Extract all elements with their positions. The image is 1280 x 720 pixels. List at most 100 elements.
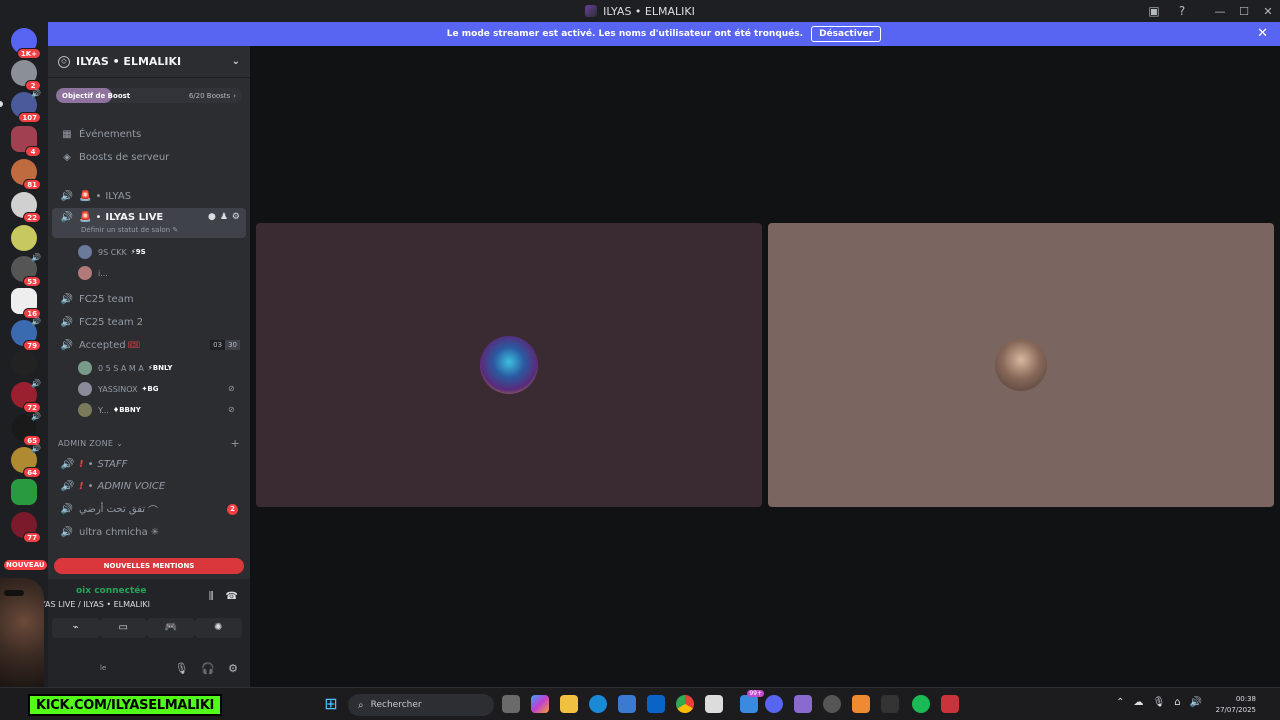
close-window-button[interactable]: ✕	[1256, 5, 1280, 18]
category-admin-zone[interactable]: ADMIN ZONE ⌄ +	[58, 437, 240, 450]
noise-suppression-icon[interactable]: ⫼	[209, 591, 214, 602]
participant-tile[interactable]	[768, 223, 1274, 507]
participant-tile[interactable]	[256, 223, 762, 507]
channel-ilyas-live[interactable]: 🔊 🚨 • ILYAS LIVE ● ♟ ⚙ Définir un statut…	[52, 208, 246, 238]
window-controls: — ☐ ✕	[1208, 0, 1280, 22]
voice-member[interactable]: 0 5 S A M A ⚡BNLY	[78, 359, 172, 377]
headphones-icon[interactable]: 🎧	[201, 662, 215, 675]
server-item[interactable]: 🔊 107	[11, 89, 41, 123]
nav-server-boosts[interactable]: ◈ Boosts de serveur	[52, 147, 246, 167]
chat-icon[interactable]: ●	[208, 212, 216, 222]
chevron-up-icon[interactable]: ⌃	[1116, 697, 1124, 708]
chevron-right-icon: ›	[233, 91, 236, 100]
screen-share-button[interactable]: ▭	[99, 618, 147, 638]
server-item[interactable]: 🔊 64	[11, 444, 41, 478]
invite-icon[interactable]: ♟	[220, 212, 228, 222]
server-item[interactable]: 🔊 53	[11, 253, 41, 287]
chevron-down-icon: ⌄	[231, 56, 240, 67]
voice-channel-path[interactable]: ILYAS LIVE / ILYAS • ELMALIKI	[35, 600, 150, 609]
clock[interactable]: 00:38 27/07/2025	[1216, 694, 1256, 716]
volume-icon[interactable]: 🔊	[1190, 697, 1202, 708]
spotify-icon[interactable]	[912, 695, 930, 713]
channel-staff[interactable]: 🔊 ! • STAFF	[52, 454, 246, 474]
streaming-app-icon[interactable]	[941, 695, 959, 713]
server-item[interactable]: 4	[11, 126, 41, 157]
channel-accepted[interactable]: 🔊 Accepted 🎟 03 30	[52, 335, 246, 355]
channel-admin-voice[interactable]: 🔊 ! • ADMIN VOICE	[52, 476, 246, 496]
gear-icon[interactable]: ⚙	[232, 212, 240, 222]
file-explorer-icon[interactable]	[560, 695, 578, 713]
server-item[interactable]: 16	[11, 288, 41, 319]
help-icon[interactable]: ?	[1174, 3, 1190, 19]
server-item[interactable]: 🔊 65	[11, 412, 41, 446]
soundboard-button[interactable]: ✺	[194, 618, 242, 638]
sparkle-icon: ✳	[150, 526, 160, 538]
new-mentions-button[interactable]: NOUVELLES MENTIONS	[54, 558, 244, 574]
chrome-icon[interactable]	[676, 695, 694, 713]
channel-fc25-team[interactable]: 🔊 FC25 team	[52, 289, 246, 309]
add-channel-icon[interactable]: +	[230, 437, 240, 450]
member-name: 0 5 S A M A	[98, 363, 144, 373]
disconnect-icon[interactable]: ☎	[226, 591, 238, 602]
server-item[interactable]	[11, 350, 37, 376]
server-home[interactable]: 1K+	[11, 28, 41, 59]
server-item[interactable]: 🔊 72	[11, 379, 41, 413]
start-button[interactable]: ⊞	[322, 695, 340, 713]
new-servers-badge[interactable]: NOUVEAU	[4, 560, 47, 570]
boost-goal-bar[interactable]: Objectif de Boost 6/20 Boosts ›	[56, 88, 242, 103]
member-tag-text: BBNY	[119, 406, 141, 414]
microphone-icon[interactable]: 🎙	[174, 662, 188, 675]
channel-arabic[interactable]: 🔊 تفق تحت أرضي ⌒ 2	[52, 499, 246, 519]
nav-events[interactable]: ▦ Événements	[52, 124, 246, 144]
maximize-button[interactable]: ☐	[1232, 5, 1256, 18]
guild-header[interactable]: ◇ ILYAS • ELMALIKI ⌄	[48, 46, 250, 78]
discord-icon[interactable]	[765, 695, 783, 713]
inbox-icon[interactable]: ▣	[1146, 3, 1162, 19]
channel-name: Accepted	[79, 339, 126, 351]
member-name: YASSINOX	[98, 384, 138, 394]
edge-icon[interactable]	[589, 695, 607, 713]
gear-icon[interactable]: ⚙	[228, 662, 238, 675]
webcam-overlay	[0, 578, 44, 688]
task-view-icon[interactable]	[502, 695, 520, 713]
channel-ultra-chmicha[interactable]: 🔊 ultra chmicha ✳	[52, 522, 246, 542]
app-icon	[585, 5, 598, 17]
microphone-tray-icon[interactable]: 🎙	[1152, 697, 1165, 708]
disable-streamer-button[interactable]: Désactiver	[811, 26, 882, 42]
channel-status-hint[interactable]: Définir un statut de salon ✎	[81, 226, 178, 234]
outlook-icon[interactable]	[647, 695, 665, 713]
taskbar-search[interactable]: ⌕ Rechercher	[348, 694, 494, 716]
boost-icon: ◈	[63, 151, 71, 163]
cloud-icon[interactable]: ☁	[1133, 697, 1143, 708]
network-icon[interactable]: ⌂	[1174, 697, 1180, 708]
channel-ilyas[interactable]: 🔊 🚨 • ILYAS	[52, 186, 246, 206]
chat-app-icon[interactable]: 99+	[740, 690, 764, 713]
voice-member[interactable]: Y... ♦BBNY	[78, 401, 141, 419]
app-icon[interactable]	[881, 695, 899, 713]
server-item[interactable]: 77	[11, 512, 41, 543]
server-item[interactable]: 81	[11, 159, 41, 190]
boost-goal-label: Objectif de Boost	[62, 91, 131, 100]
close-banner-icon[interactable]: ✕	[1257, 26, 1268, 41]
store-icon[interactable]	[618, 695, 636, 713]
gaming-icon[interactable]	[794, 695, 812, 713]
channel-fc25-team-2[interactable]: 🔊 FC25 team 2	[52, 312, 246, 332]
server-item[interactable]: 🔊 79	[11, 317, 41, 351]
obs-icon[interactable]	[823, 695, 841, 713]
voice-member[interactable]: 9S CKK ⚡9S	[78, 243, 146, 261]
minimize-button[interactable]: —	[1208, 5, 1232, 18]
camera-button[interactable]: ⌁	[52, 618, 100, 638]
activities-button[interactable]: 🎮	[147, 618, 195, 638]
app-icon[interactable]	[852, 695, 870, 713]
photos-icon[interactable]	[705, 695, 723, 713]
deafened-icon: ⊘	[228, 384, 235, 393]
member-tag: ♦BBNY	[112, 406, 141, 414]
server-item[interactable]: 22	[11, 192, 41, 223]
server-item[interactable]: 2	[11, 60, 41, 91]
server-badge: 53	[23, 276, 41, 287]
voice-member[interactable]: YASSINOX ✦BG	[78, 380, 158, 398]
server-item[interactable]	[11, 225, 37, 251]
server-item[interactable]	[11, 479, 37, 505]
copilot-icon[interactable]	[531, 695, 549, 713]
voice-member[interactable]: i...	[78, 264, 108, 282]
